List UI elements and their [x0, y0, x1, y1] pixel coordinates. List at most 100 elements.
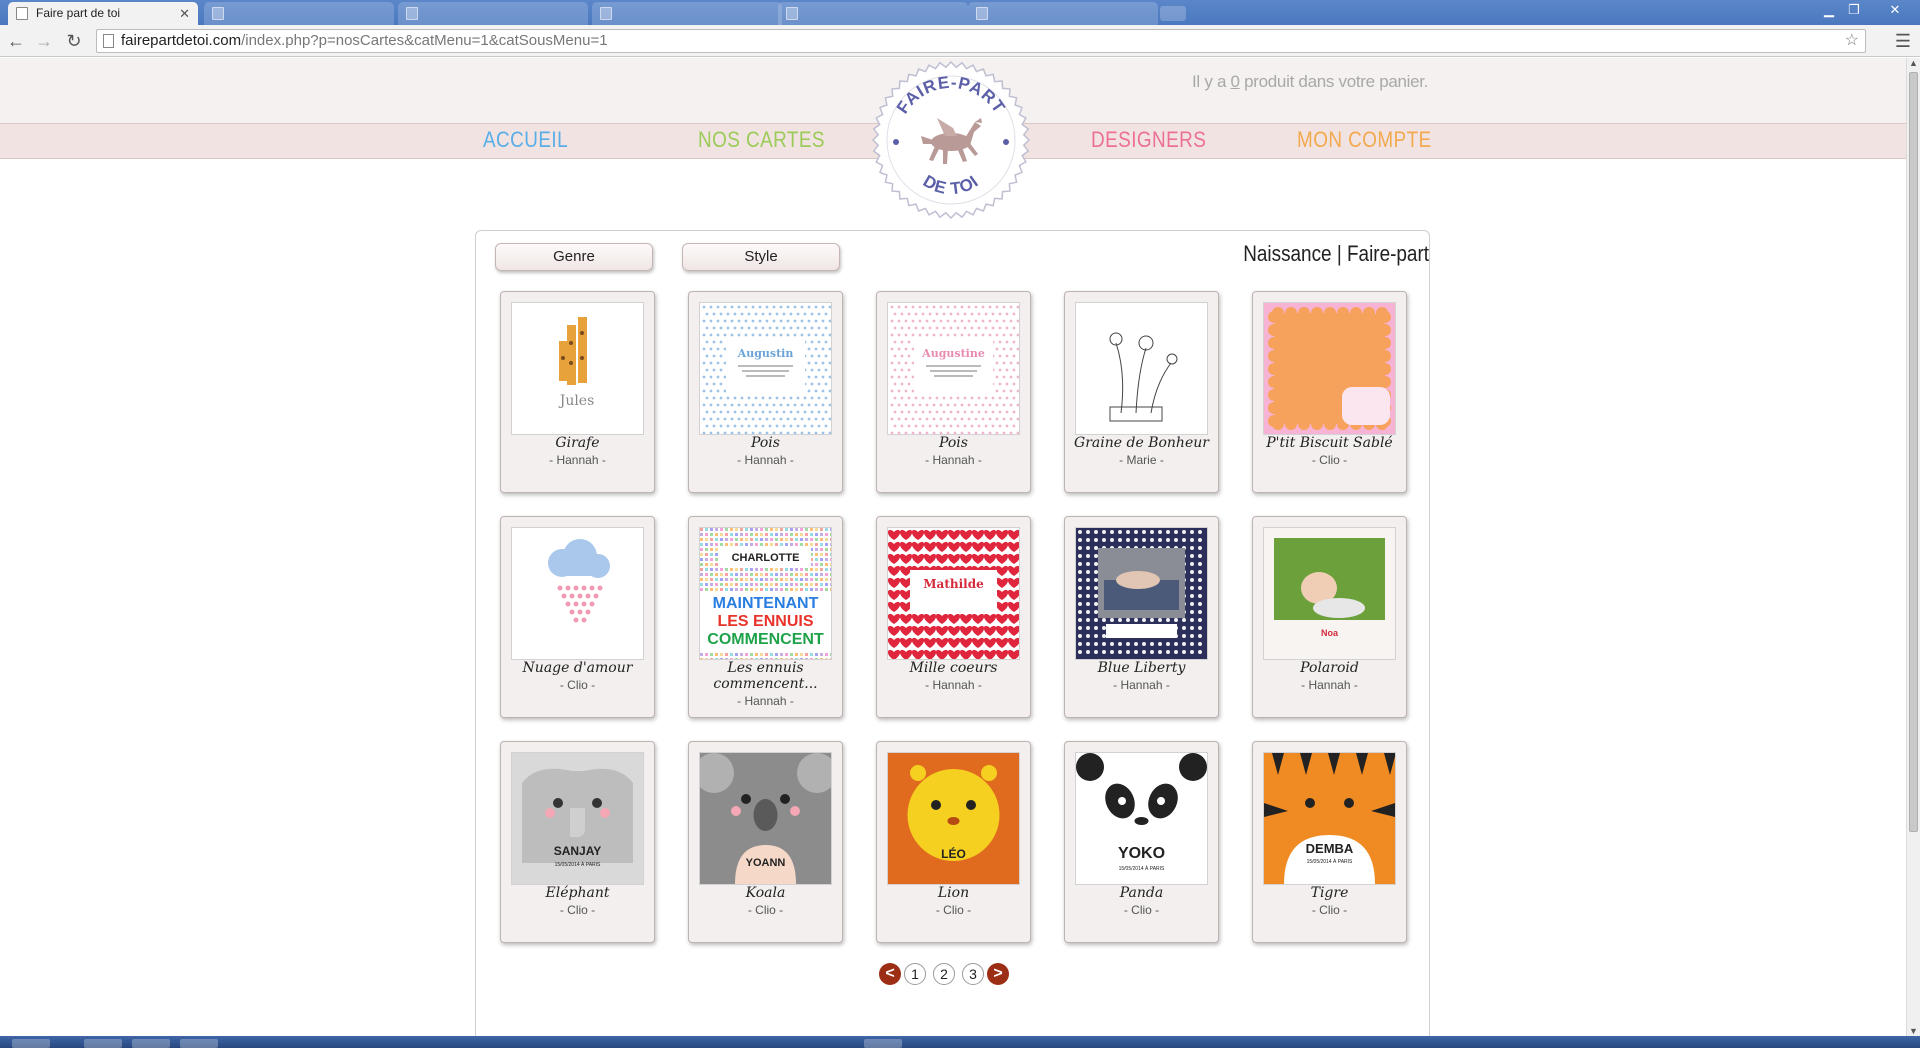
card-name[interactable]: Mille coeurs	[879, 660, 1028, 676]
card-designer[interactable]: - Hannah -	[877, 678, 1030, 692]
card-thumbnail[interactable]: Mathilde	[887, 527, 1020, 660]
site-logo[interactable]: FAIRE-PART DE TOI	[871, 60, 1031, 220]
background-tab[interactable]	[778, 2, 968, 25]
product-card[interactable]: Nuage d'amour - Clio -	[500, 516, 655, 718]
product-card[interactable]: Jules Girafe - Hannah -	[500, 291, 655, 493]
card-designer[interactable]: - Hannah -	[1065, 678, 1218, 692]
product-card[interactable]: LÉO Lion - Clio -	[876, 741, 1031, 943]
reload-icon[interactable]: ↻	[62, 29, 86, 53]
card-thumbnail[interactable]: YOANN	[699, 752, 832, 885]
card-designer[interactable]: - Hannah -	[501, 453, 654, 467]
product-card[interactable]: YOKO 15/05/2014 À PARIS Panda - Clio -	[1064, 741, 1219, 943]
card-name[interactable]: Panda	[1067, 885, 1216, 901]
taskbar-item[interactable]	[132, 1039, 170, 1048]
background-tab[interactable]	[204, 2, 394, 25]
address-bar[interactable]: fairepartdetoi.com/index.php?p=nosCartes…	[96, 29, 1866, 53]
taskbar-item[interactable]	[84, 1039, 122, 1048]
bookmark-star-icon[interactable]: ☆	[1845, 30, 1859, 52]
menu-icon[interactable]: ☰	[1892, 29, 1914, 53]
card-thumbnail[interactable]: Augustin	[699, 302, 832, 435]
card-name[interactable]: Graine de Bonheur	[1067, 435, 1216, 451]
scrollbar-thumb[interactable]	[1909, 72, 1918, 832]
card-thumbnail[interactable]	[1075, 527, 1208, 660]
card-designer[interactable]: - Hannah -	[689, 694, 842, 708]
card-designer[interactable]: - Hannah -	[689, 453, 842, 467]
product-card[interactable]: Noa Polaroid - Hannah -	[1252, 516, 1407, 718]
card-thumbnail[interactable]	[511, 527, 644, 660]
card-thumbnail[interactable]	[1263, 302, 1396, 435]
new-tab-button[interactable]	[1160, 6, 1186, 21]
card-designer[interactable]: - Clio -	[501, 678, 654, 692]
card-thumbnail[interactable]: Augustine	[887, 302, 1020, 435]
card-thumbnail[interactable]: Jules	[511, 302, 644, 435]
close-tab-icon[interactable]: ✕	[179, 2, 190, 25]
scroll-up-arrow-icon[interactable]: ▲	[1909, 58, 1918, 68]
nav-accueil[interactable]: ACCUEIL	[483, 125, 568, 155]
card-name[interactable]: Girafe	[503, 435, 652, 451]
next-page-button[interactable]: >	[987, 963, 1009, 985]
background-tab[interactable]	[398, 2, 588, 25]
minimize-icon[interactable]: ▁	[1818, 2, 1840, 18]
card-thumbnail[interactable]: LÉO	[887, 752, 1020, 885]
card-name[interactable]: Blue Liberty	[1067, 660, 1216, 676]
maximize-icon[interactable]: ❐	[1843, 2, 1865, 18]
product-card[interactable]: SANJAY 15/05/2014 À PARIS Eléphant - Clio -	[500, 741, 655, 943]
page-2-button[interactable]: 2	[933, 963, 955, 985]
card-name[interactable]: Koala	[691, 885, 840, 901]
card-name[interactable]: Tigre	[1255, 885, 1404, 901]
card-designer[interactable]: - Marie -	[1065, 453, 1218, 467]
product-card[interactable]: Augustin Pois - Hannah -	[688, 291, 843, 493]
card-thumbnail[interactable]: Noa	[1263, 527, 1396, 660]
vertical-scrollbar[interactable]: ▲ ▼	[1906, 58, 1920, 1036]
cart-count-link[interactable]: 0	[1231, 72, 1240, 91]
product-card[interactable]: P'tit Biscuit Sablé - Clio -	[1252, 291, 1407, 493]
page-1-button[interactable]: 1	[904, 963, 926, 985]
card-name[interactable]: Pois	[879, 435, 1028, 451]
prev-page-button[interactable]: <	[879, 963, 901, 985]
nav-designers[interactable]: DESIGNERS	[1091, 125, 1206, 155]
background-tab[interactable]	[968, 2, 1158, 25]
taskbar-item[interactable]	[180, 1039, 218, 1048]
card-thumbnail[interactable]	[1075, 302, 1208, 435]
product-card[interactable]: YOANN Koala - Clio -	[688, 741, 843, 943]
card-designer[interactable]: - Clio -	[877, 903, 1030, 917]
background-tab[interactable]	[592, 2, 782, 25]
scroll-down-arrow-icon[interactable]: ▼	[1909, 1026, 1918, 1036]
svg-text:DEMBA: DEMBA	[1306, 841, 1354, 856]
back-arrow-icon[interactable]: ←	[4, 29, 28, 53]
product-card[interactable]: Graine de Bonheur - Marie -	[1064, 291, 1219, 493]
card-name[interactable]: Les ennuis commencent...	[691, 660, 840, 692]
card-designer[interactable]: - Clio -	[689, 903, 842, 917]
start-button[interactable]	[12, 1039, 50, 1048]
card-name[interactable]: Lion	[879, 885, 1028, 901]
nav-nos-cartes[interactable]: NOS CARTES	[698, 125, 825, 155]
card-thumbnail[interactable]: SANJAY 15/05/2014 À PARIS	[511, 752, 644, 885]
genre-filter-button[interactable]: Genre	[495, 243, 653, 271]
card-designer[interactable]: - Hannah -	[877, 453, 1030, 467]
card-thumbnail[interactable]: YOKO 15/05/2014 À PARIS	[1075, 752, 1208, 885]
card-designer[interactable]: - Clio -	[1065, 903, 1218, 917]
forward-arrow-icon[interactable]: →	[32, 29, 56, 53]
card-name[interactable]: Pois	[691, 435, 840, 451]
card-name[interactable]: P'tit Biscuit Sablé	[1255, 435, 1404, 451]
card-name[interactable]: Nuage d'amour	[503, 660, 652, 676]
card-name[interactable]: Polaroid	[1255, 660, 1404, 676]
card-designer[interactable]: - Clio -	[1253, 903, 1406, 917]
close-window-icon[interactable]: ✕	[1884, 2, 1906, 18]
product-card[interactable]: CHARLOTTE MAINTENANT LES ENNUIS COMMENCENT L…	[688, 516, 843, 718]
card-designer[interactable]: - Clio -	[501, 903, 654, 917]
product-card[interactable]: Blue Liberty - Hannah -	[1064, 516, 1219, 718]
card-thumbnail[interactable]: DEMBA 15/05/2014 À PARIS	[1263, 752, 1396, 885]
product-card[interactable]: Mathilde Mille coeurs - Hannah -	[876, 516, 1031, 718]
card-designer[interactable]: - Clio -	[1253, 453, 1406, 467]
product-card[interactable]: DEMBA 15/05/2014 À PARIS Tigre - Clio -	[1252, 741, 1407, 943]
nav-mon-compte[interactable]: MON COMPTE	[1297, 125, 1432, 155]
card-designer[interactable]: - Hannah -	[1253, 678, 1406, 692]
page-3-button[interactable]: 3	[962, 963, 984, 985]
style-filter-button[interactable]: Style	[682, 243, 840, 271]
card-name[interactable]: Eléphant	[503, 885, 652, 901]
card-thumbnail[interactable]: CHARLOTTE MAINTENANT LES ENNUIS COMMENCENT	[699, 527, 832, 660]
taskbar-item[interactable]	[864, 1039, 902, 1048]
product-card[interactable]: Augustine Pois - Hannah -	[876, 291, 1031, 493]
tab-faire-part[interactable]: Faire part de toi ✕	[8, 2, 198, 25]
